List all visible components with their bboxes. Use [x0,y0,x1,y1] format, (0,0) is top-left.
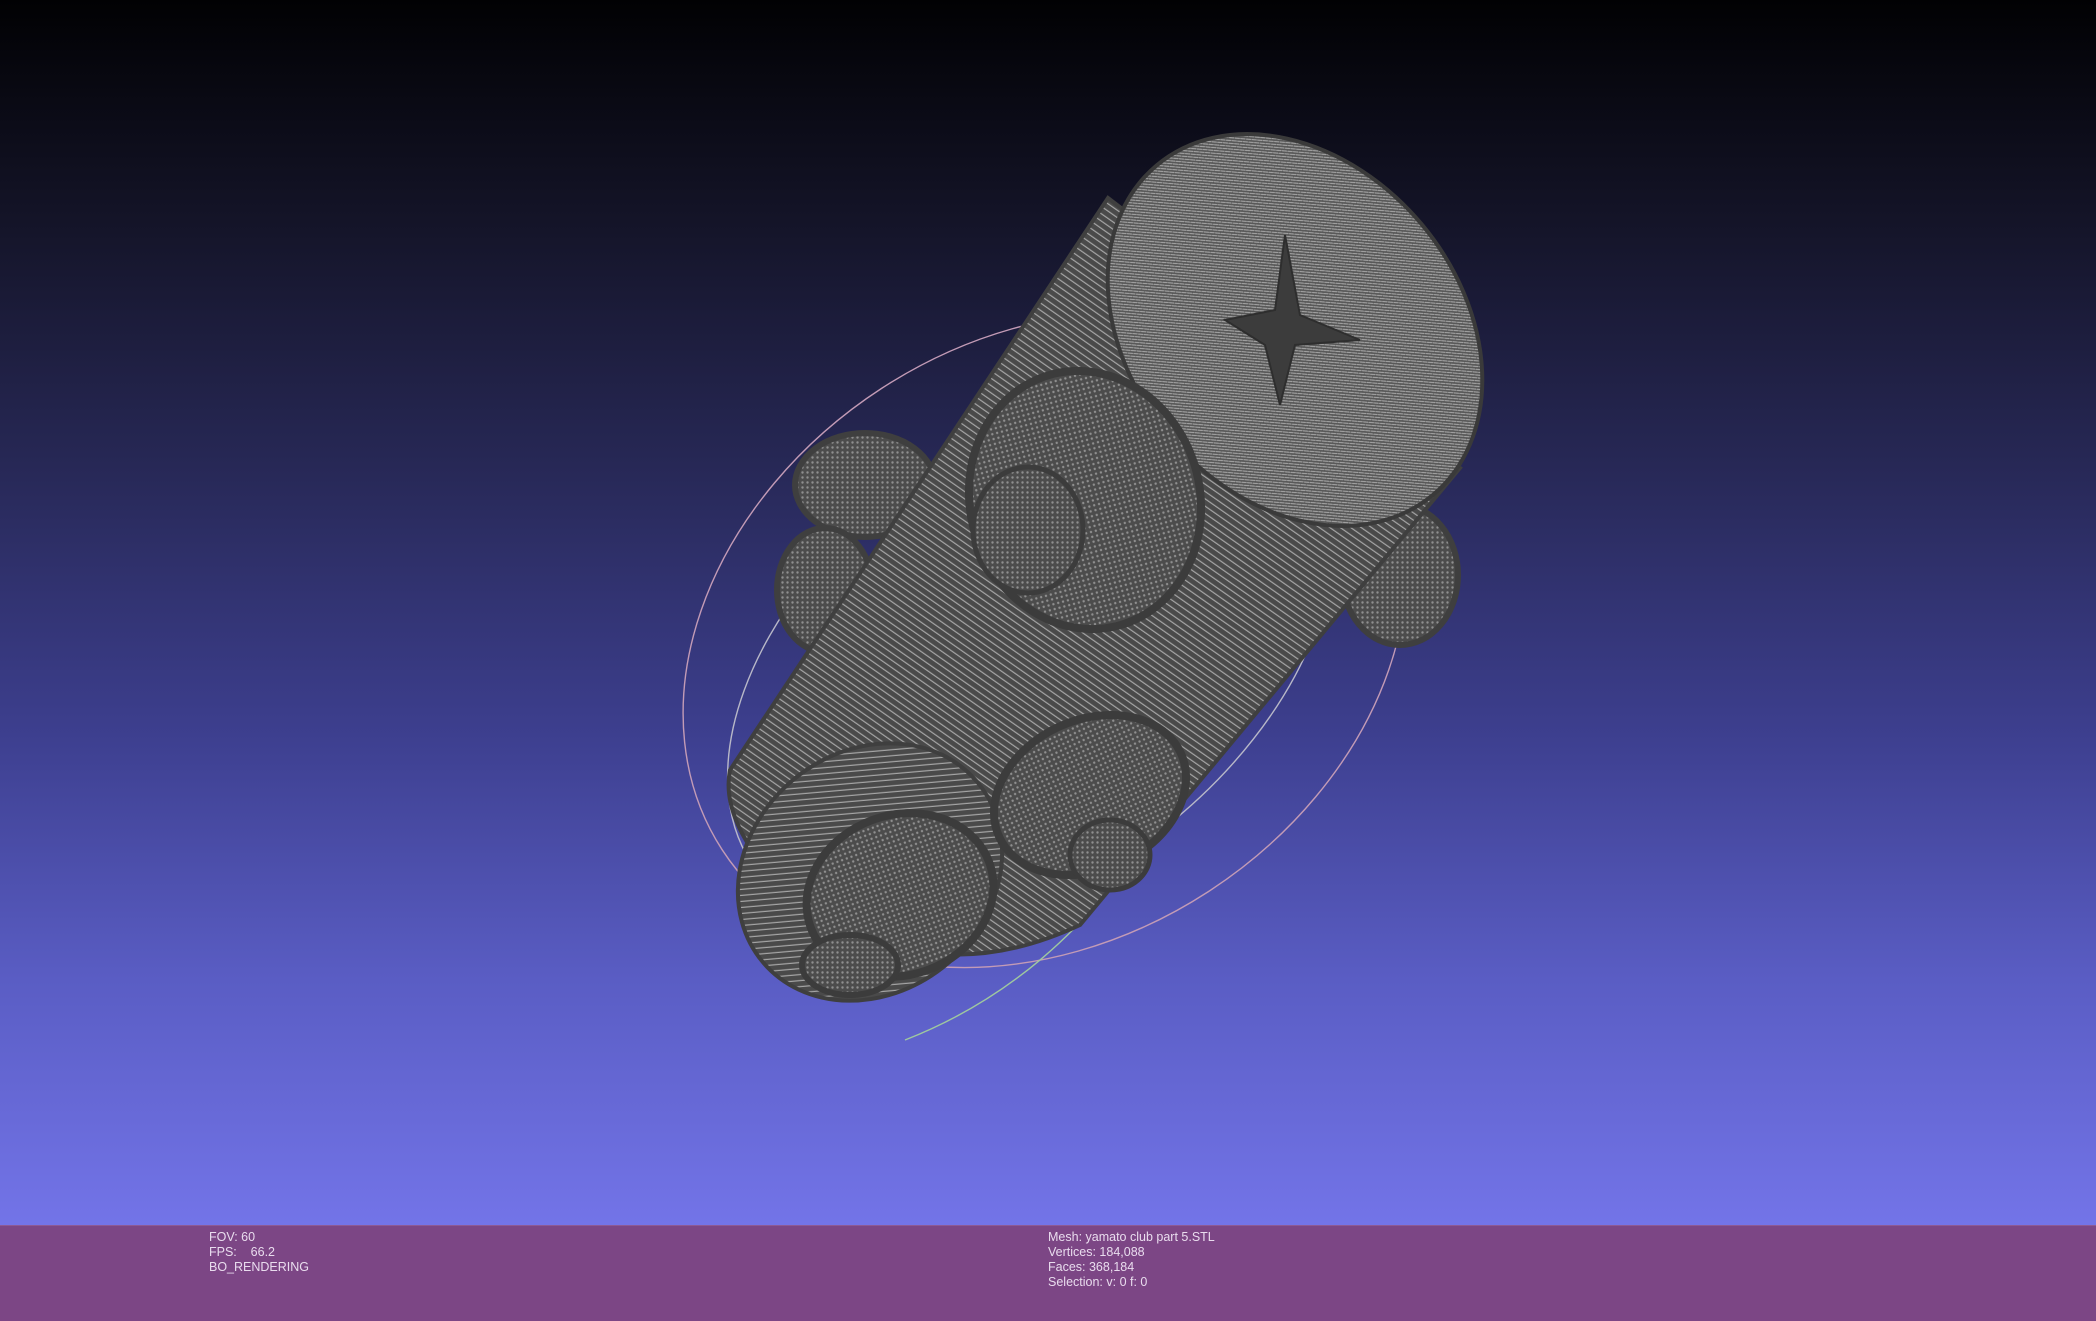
mesh-name-readout: Mesh: yamato club part 5.STL [1048,1230,1215,1244]
render-mode-readout: BO_RENDERING [209,1260,310,1274]
faces-readout: Faces: 368,184 [1048,1260,1135,1274]
fps-readout: FPS: 66.2 [209,1245,276,1259]
mesh-scene[interactable] [0,0,2096,1225]
selection-readout: Selection: v: 0 f: 0 [1048,1275,1148,1289]
render-info: FOV: 60 FPS: 66.2 BO_RENDERING [209,1230,309,1275]
3d-viewport[interactable] [0,0,2096,1225]
mesh-model[interactable] [686,59,1560,1054]
status-info-bar: FOV: 60 FPS: 66.2 BO_RENDERING Mesh: yam… [0,1225,2096,1321]
fov-readout: FOV: 60 [209,1230,256,1244]
vertices-readout: Vertices: 184,088 [1048,1245,1145,1259]
mesh-info: Mesh: yamato club part 5.STL Vertices: 1… [1048,1230,1215,1290]
